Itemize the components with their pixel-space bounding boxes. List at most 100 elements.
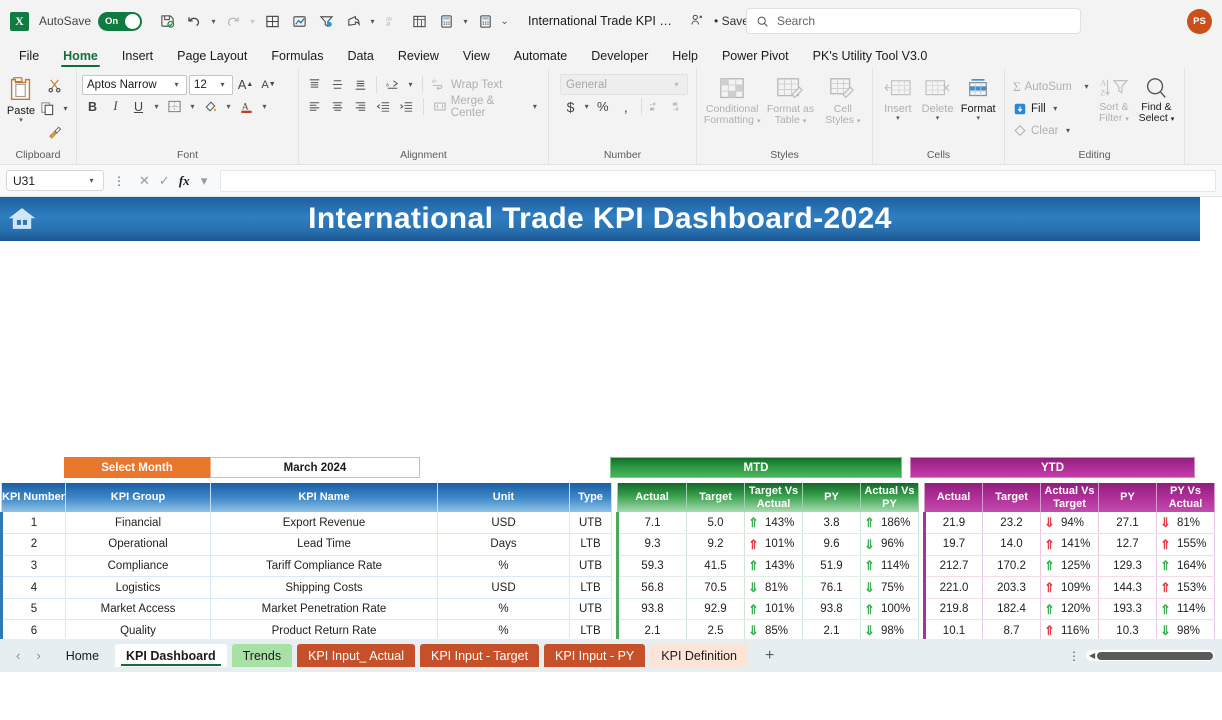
pivot-table-icon[interactable] [406, 8, 432, 34]
decrease-decimal-icon[interactable]: .00 →0 [670, 96, 691, 117]
paste-dropdown-icon[interactable]: ▾ [19, 117, 23, 124]
status-options-icon[interactable]: ⋮ [1068, 649, 1080, 663]
sheet-tab-kpi-input-actual[interactable]: KPI Input_ Actual [297, 644, 415, 667]
prev-sheet-icon[interactable]: ‹ [16, 648, 20, 663]
currency-dropdown-icon[interactable]: ▾ [583, 102, 590, 111]
tab-page-layout[interactable]: Page Layout [166, 47, 258, 68]
horizontal-scrollbar[interactable]: ◀ [1086, 650, 1214, 661]
cancel-icon[interactable]: ✕ [139, 173, 150, 189]
borders-icon[interactable] [164, 96, 185, 117]
align-right-icon[interactable] [350, 96, 371, 117]
formula-bar-options-icon[interactable]: ⋮ [109, 174, 129, 188]
bold-icon[interactable]: B [82, 96, 103, 117]
tab-review[interactable]: Review [387, 47, 450, 68]
sheet-tab-kpi-input-target[interactable]: KPI Input - Target [420, 644, 540, 667]
currency-icon[interactable]: $ [560, 96, 581, 117]
copy-dropdown-icon[interactable]: ▾ [60, 104, 71, 113]
align-bottom-icon[interactable] [350, 74, 371, 95]
tab-insert[interactable]: Insert [111, 47, 164, 68]
align-center-icon[interactable] [327, 96, 348, 117]
format-painter-icon[interactable] [37, 121, 71, 142]
permissions-icon[interactable] [690, 13, 704, 30]
fill-button[interactable]: Fill ▾ [1010, 98, 1094, 119]
underline-dropdown-icon[interactable]: ▾ [151, 102, 162, 111]
autosave-toggle[interactable]: On [98, 11, 143, 31]
calculate-sheet-icon[interactable] [433, 8, 459, 34]
scroll-thumb[interactable] [1097, 651, 1213, 660]
undo-icon[interactable] [181, 8, 207, 34]
next-sheet-icon[interactable]: › [36, 648, 40, 663]
font-name-input[interactable]: Aptos Narrow ▾ [82, 74, 187, 95]
comma-icon[interactable]: , [615, 96, 636, 117]
share-dropdown-icon[interactable]: ▾ [367, 17, 378, 26]
save-icon[interactable] [154, 8, 180, 34]
borders-dropdown-icon[interactable]: ▾ [187, 102, 198, 111]
increase-decimal-icon[interactable]: ←0.00 [647, 96, 668, 117]
tab-home[interactable]: Home [52, 47, 109, 68]
enter-icon[interactable]: ✓ [159, 173, 170, 189]
italic-icon[interactable]: I [105, 96, 126, 117]
sheet-tab-kpi-dashboard[interactable]: KPI Dashboard [115, 644, 227, 667]
share-icon[interactable] [340, 8, 366, 34]
fill-color-dropdown-icon[interactable]: ▾ [223, 102, 234, 111]
tab-formulas[interactable]: Formulas [260, 47, 334, 68]
align-middle-icon[interactable] [327, 74, 348, 95]
format-cells-button[interactable]: Format ▾ [957, 76, 999, 122]
trend-arrow-icon: ⇑ [748, 601, 759, 617]
increase-indent-icon[interactable] [396, 96, 417, 117]
tab-file[interactable]: File [8, 47, 50, 68]
format-cells-dropdown-icon[interactable]: ▾ [976, 115, 980, 122]
tab-power-pivot[interactable]: Power Pivot [711, 47, 800, 68]
font-color-icon[interactable]: A [236, 96, 257, 117]
calculate-dropdown-icon[interactable]: ▾ [460, 17, 471, 26]
underline-icon[interactable]: U [128, 96, 149, 117]
font-size-dropdown-icon[interactable]: ▾ [217, 80, 228, 89]
formula-bar-expand-icon[interactable]: ▾ [199, 173, 210, 189]
name-box-dropdown-icon[interactable]: ▾ [86, 176, 97, 185]
sheet-tab-home[interactable]: Home [55, 644, 110, 667]
trend-arrow-icon: ⇓ [864, 580, 875, 596]
tab-help[interactable]: Help [661, 47, 709, 68]
cut-icon[interactable] [37, 75, 71, 96]
document-title[interactable]: International Trade KPI Dashb... [528, 14, 678, 28]
tab-data[interactable]: Data [336, 47, 384, 68]
select-month-value[interactable]: March 2024 [210, 457, 420, 478]
calculate-now-icon[interactable] [472, 8, 498, 34]
tab-developer[interactable]: Developer [580, 47, 659, 68]
avatar[interactable]: PS [1187, 8, 1212, 34]
copy-icon[interactable] [37, 98, 58, 119]
search-input[interactable]: Search [746, 8, 1081, 34]
name-box[interactable]: U31 ▾ [6, 170, 104, 191]
percent-icon[interactable]: % [592, 96, 613, 117]
font-size-input[interactable]: 12 ▾ [189, 74, 233, 95]
orientation-dropdown-icon[interactable]: ▾ [405, 80, 416, 89]
grow-font-icon[interactable]: A ▲ [235, 74, 256, 95]
shrink-font-icon[interactable]: A ▼ [258, 74, 279, 95]
sheet-tab-kpi-input-py[interactable]: KPI Input - PY [544, 644, 646, 667]
filter-icon[interactable] [313, 8, 339, 34]
fill-dropdown-icon[interactable]: ▾ [1050, 104, 1061, 113]
insert-function-icon[interactable]: fx [179, 173, 190, 189]
customize-qat-icon[interactable]: ⌄ [499, 16, 510, 27]
sheet-tab-kpi-definition[interactable]: KPI Definition [650, 644, 748, 667]
fill-color-icon[interactable] [200, 96, 221, 117]
font-name-dropdown-icon[interactable]: ▾ [171, 80, 182, 89]
select-month-control[interactable]: Select Month March 2024 [64, 457, 420, 478]
tab-pk-utility-tool[interactable]: PK's Utility Tool V3.0 [802, 47, 939, 68]
scroll-left-icon[interactable]: ◀ [1087, 651, 1097, 660]
decrease-indent-icon[interactable] [373, 96, 394, 117]
undo-dropdown-icon[interactable]: ▾ [208, 17, 219, 26]
add-sheet-icon[interactable]: + [753, 647, 786, 665]
tab-view[interactable]: View [452, 47, 501, 68]
sheet-tab-trends[interactable]: Trends [231, 644, 293, 667]
chart-icon[interactable] [286, 8, 312, 34]
align-top-icon[interactable] [304, 74, 325, 95]
orientation-icon[interactable]: a [382, 74, 403, 95]
font-color-dropdown-icon[interactable]: ▾ [259, 102, 270, 111]
borders-icon[interactable] [259, 8, 285, 34]
paste-button[interactable]: Paste ▾ [5, 72, 37, 124]
align-left-icon[interactable] [304, 96, 325, 117]
find-select-button[interactable]: Find & Select ▾ [1134, 74, 1179, 125]
formula-input[interactable] [219, 169, 1216, 192]
tab-automate[interactable]: Automate [503, 47, 579, 68]
